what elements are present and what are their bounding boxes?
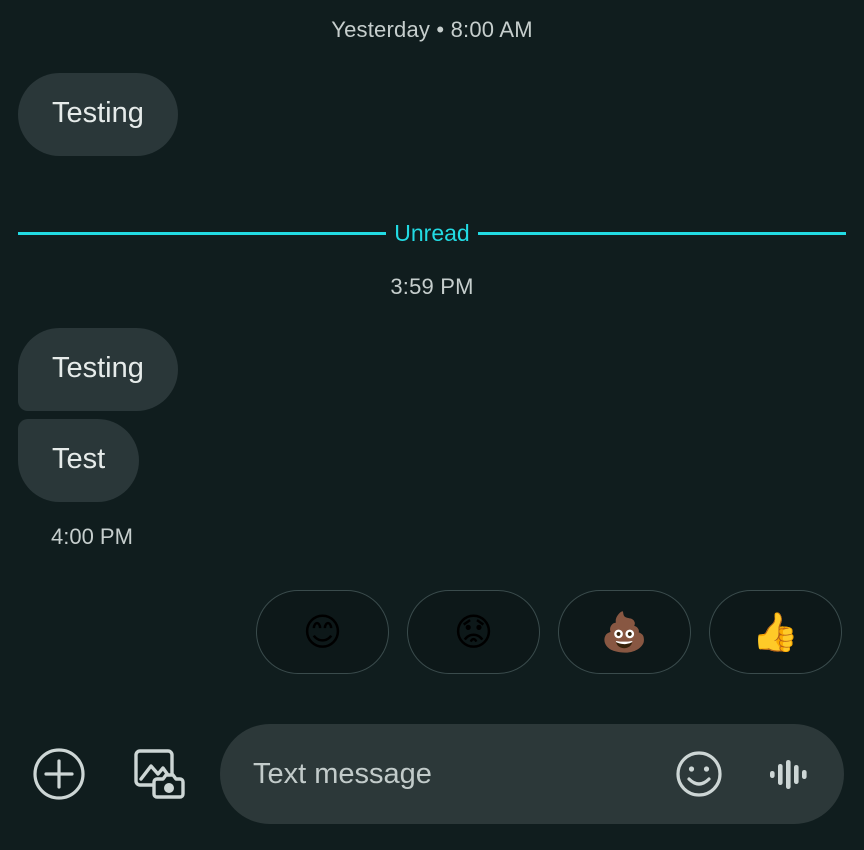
pile-of-poo-icon: 💩 (600, 610, 649, 654)
smiling-face-icon: 😊 (302, 610, 343, 654)
reaction-worried-face-button[interactable]: 😟 (407, 590, 540, 674)
message-timestamp: 3:59 PM (390, 274, 474, 299)
day-separator: Yesterday • 8:00 AM (331, 17, 533, 42)
message-input-field[interactable]: Text message (220, 724, 844, 824)
message-input-placeholder[interactable]: Text message (253, 758, 668, 791)
reaction-pile-of-poo-button[interactable]: 💩 (558, 590, 691, 674)
message-row: Testing (0, 73, 864, 156)
unread-label: Unread (394, 220, 470, 246)
message-bubble-incoming[interactable]: Testing (18, 328, 178, 411)
thumbs-up-icon: 👍 (751, 610, 800, 654)
gallery-camera-button[interactable] (126, 741, 192, 807)
smiley-face-icon (676, 751, 722, 797)
audio-waveform-icon (770, 760, 807, 789)
reaction-smiling-face-button[interactable]: 😊 (256, 590, 389, 674)
add-attachment-button[interactable] (26, 741, 92, 807)
quick-reaction-bar: 😊 😟 💩 👍 (0, 590, 864, 674)
unread-rule-left (18, 232, 387, 235)
message-row: Testing (0, 328, 864, 411)
message-group-timestamp: 4:00 PM (51, 524, 133, 549)
messaging-conversation-screen: Yesterday • 8:00 AM Testing Unread 3:59 … (0, 0, 864, 850)
message-row: Test (0, 411, 864, 502)
unread-rule-right (477, 232, 846, 235)
message-bubble-incoming[interactable]: Test (18, 419, 140, 502)
image-camera-icon (134, 749, 185, 799)
worried-face-icon: 😟 (453, 610, 494, 654)
unread-divider: Unread (0, 220, 864, 247)
message-composer-bar: Text message (0, 698, 864, 850)
voice-message-button[interactable] (758, 743, 820, 805)
message-thread[interactable]: Yesterday • 8:00 AM Testing Unread 3:59 … (0, 0, 864, 698)
reaction-thumbs-up-button[interactable]: 👍 (709, 590, 842, 674)
message-bubble-incoming[interactable]: Testing (18, 73, 178, 156)
plus-circle-icon (33, 748, 85, 800)
emoji-picker-button[interactable] (668, 743, 730, 805)
